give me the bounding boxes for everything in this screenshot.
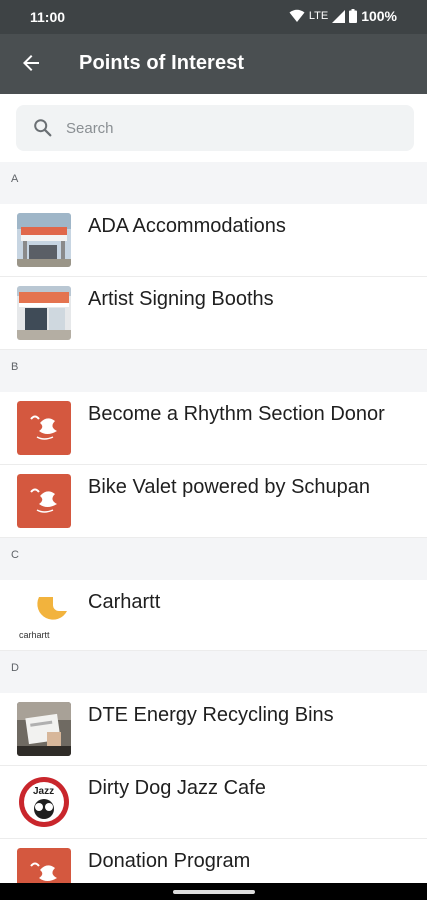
poi-list: A ADA Accommodations Artist Signing Boot… bbox=[0, 162, 427, 900]
network-type: LTE bbox=[308, 10, 329, 22]
back-button[interactable] bbox=[14, 48, 48, 82]
search-container bbox=[0, 94, 427, 162]
page-title: Points of Interest bbox=[79, 52, 245, 74]
recycling-photo-thumbnail bbox=[17, 702, 71, 756]
status-time: 11:00 bbox=[30, 9, 66, 25]
app-bar: Points of Interest bbox=[0, 34, 427, 94]
list-item-carhartt[interactable]: Carhartt carhartt bbox=[0, 580, 427, 651]
search-icon bbox=[32, 117, 54, 144]
list-item-label: Bike Valet powered by Schupan bbox=[88, 476, 371, 498]
dirty-dog-logo-thumbnail: Jazz bbox=[17, 775, 71, 829]
list-item-ada-accommodations[interactable]: ADA Accommodations bbox=[0, 204, 427, 277]
list-item-label: DTE Energy Recycling Bins bbox=[88, 704, 334, 726]
list-item-label: Carhartt bbox=[88, 591, 161, 613]
section-header-a: A bbox=[0, 162, 427, 204]
list-item-dirty-dog-jazz-cafe[interactable]: Jazz Dirty Dog Jazz Cafe bbox=[0, 766, 427, 839]
system-nav-bar bbox=[0, 883, 427, 900]
carhartt-logo-text: carhartt bbox=[19, 630, 50, 640]
jazz-logo-thumbnail bbox=[17, 401, 71, 455]
battery-level: 100% bbox=[361, 8, 397, 24]
arrow-back-icon bbox=[21, 53, 41, 78]
jazz-logo-thumbnail bbox=[17, 474, 71, 528]
status-icons: LTE 100% bbox=[289, 8, 397, 24]
section-header-c: C bbox=[0, 538, 427, 580]
wifi-icon bbox=[289, 9, 305, 23]
list-item-artist-signing-booths[interactable]: Artist Signing Booths bbox=[0, 277, 427, 350]
search-input[interactable] bbox=[66, 105, 396, 151]
dirty-dog-logo-text: Jazz bbox=[33, 786, 55, 797]
search-box[interactable] bbox=[16, 105, 414, 151]
list-item-label: Dirty Dog Jazz Cafe bbox=[88, 777, 266, 799]
list-item-label: Donation Program bbox=[88, 850, 251, 872]
list-item-label: ADA Accommodations bbox=[88, 215, 286, 237]
list-item-rhythm-section-donor[interactable]: Become a Rhythm Section Donor bbox=[0, 392, 427, 465]
cell-signal-icon bbox=[332, 9, 346, 23]
section-header-b: B bbox=[0, 350, 427, 392]
list-item-label: Become a Rhythm Section Donor bbox=[88, 403, 385, 425]
list-item-bike-valet[interactable]: Bike Valet powered by Schupan bbox=[0, 465, 427, 538]
home-gesture-handle[interactable] bbox=[173, 890, 255, 894]
list-item-label: Artist Signing Booths bbox=[88, 288, 274, 310]
list-item-dte-recycling-bins[interactable]: DTE Energy Recycling Bins bbox=[0, 693, 427, 766]
status-bar: 11:00 LTE 100% bbox=[0, 0, 427, 34]
booth-photo-thumbnail bbox=[17, 286, 71, 340]
section-header-d: D bbox=[0, 651, 427, 693]
battery-icon bbox=[349, 9, 358, 23]
tent-photo-thumbnail bbox=[17, 213, 71, 267]
